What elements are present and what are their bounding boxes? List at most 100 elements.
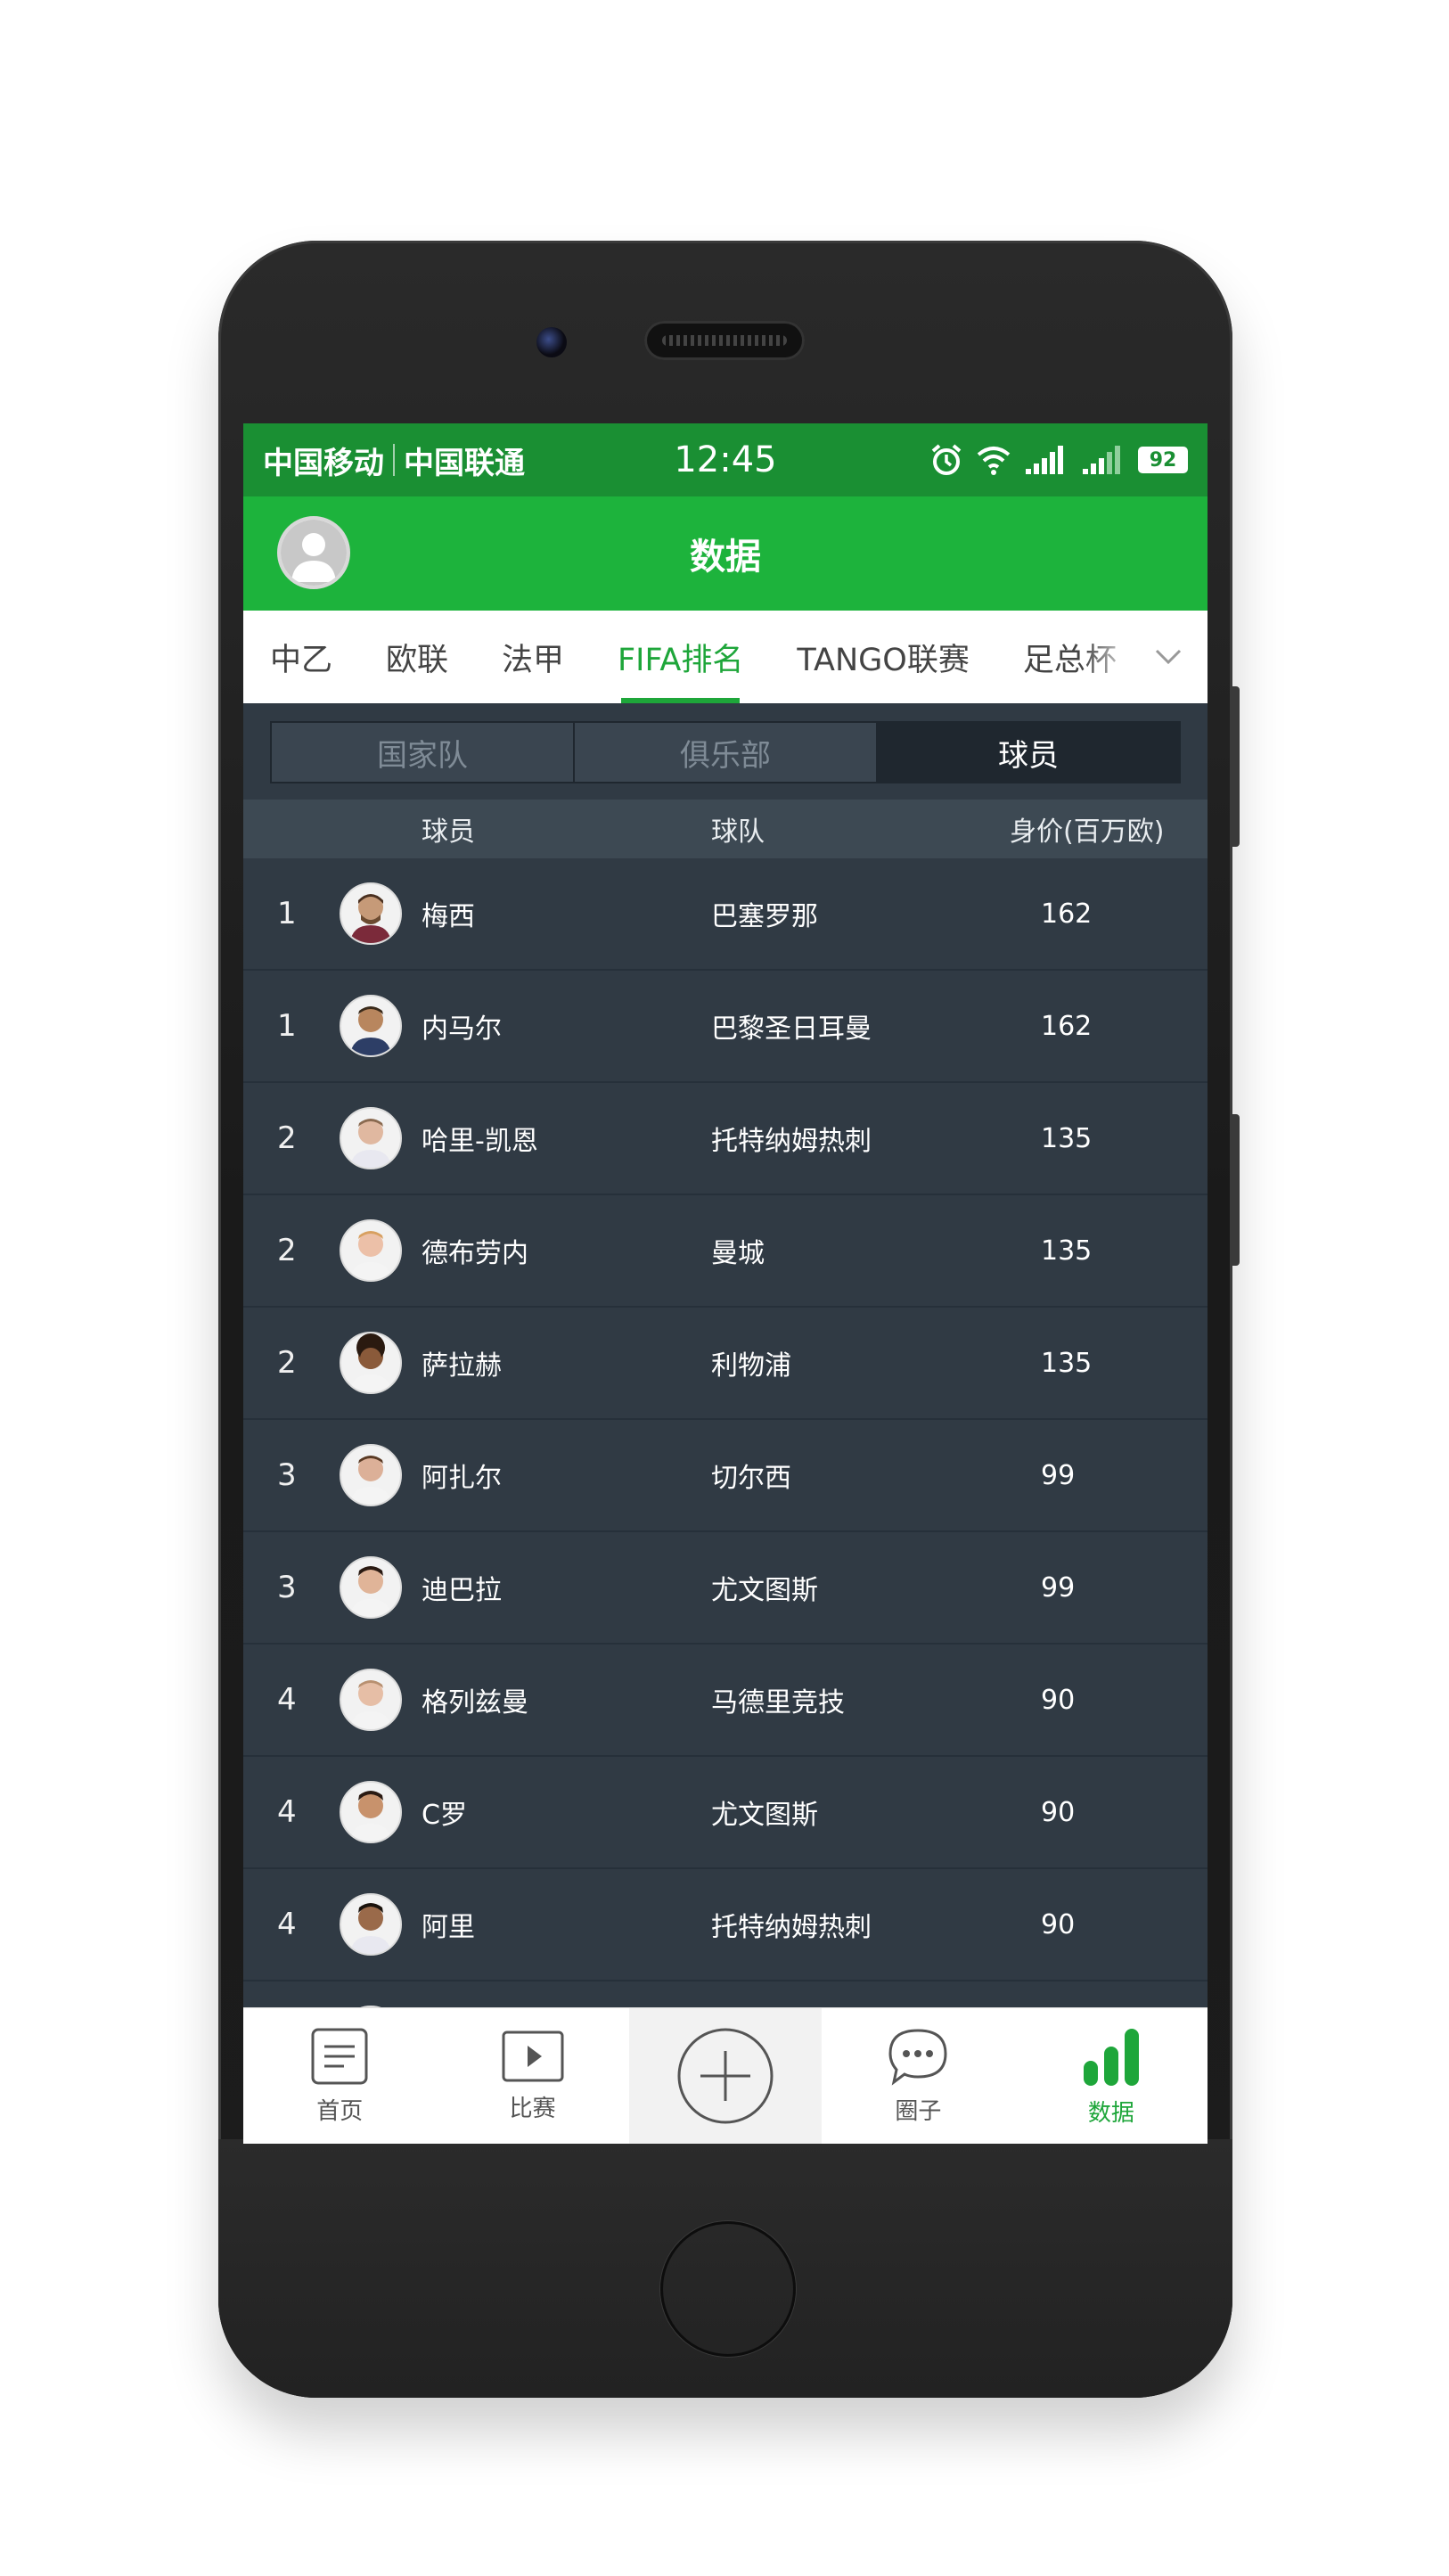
row-rank: 3 [277, 1457, 297, 1493]
table-row[interactable]: 4 阿里 托特纳姆热刺 90 [243, 1869, 1208, 1981]
earpiece-speaker [644, 321, 805, 360]
player-team: 托特纳姆热刺 [711, 1126, 872, 1157]
player-name: 德布劳内 [422, 1238, 528, 1269]
table-row[interactable]: 1 梅西 巴塞罗那 162 [243, 858, 1208, 971]
document-icon [311, 2028, 368, 2084]
player-name: 内马尔 [422, 1013, 502, 1045]
nav-home[interactable]: 首页 [243, 2008, 436, 2144]
player-value: 135 [1041, 1235, 1093, 1267]
signal-2-icon [1083, 446, 1120, 474]
plus-circle-icon [677, 2028, 774, 2124]
player-photo [340, 1893, 402, 1956]
player-value: 99 [1041, 1571, 1076, 1604]
user-avatar[interactable] [277, 516, 350, 589]
bottom-navigation: 首页 比赛 圈子 数据 [243, 2007, 1208, 2144]
tab-zhongyi[interactable]: 中乙 [243, 611, 359, 703]
tab-ligue-1[interactable]: 法甲 [475, 611, 591, 703]
player-name: 哈里-凯恩 [422, 1126, 538, 1157]
player-team: 巴塞罗那 [711, 901, 818, 932]
player-photo [340, 1669, 402, 1731]
player-value: 90 [1041, 1796, 1076, 1828]
power-button [1232, 1114, 1240, 1266]
player-team: 马德里竞技 [711, 1687, 845, 1719]
row-rank: 1 [277, 896, 297, 931]
tab-tango-league[interactable]: TANGO联赛 [770, 611, 995, 703]
player-photo [340, 1107, 402, 1169]
player-team: 托特纳姆热刺 [711, 1912, 872, 1943]
player-photo [340, 882, 402, 945]
row-rank: 2 [277, 1120, 297, 1156]
wifi-icon [977, 447, 1011, 475]
row-rank: 3 [277, 1570, 297, 1605]
page-title: 数据 [690, 537, 761, 578]
nav-circle[interactable]: 圈子 [822, 2008, 1014, 2144]
row-rank: 2 [277, 1345, 297, 1381]
segment-national-team[interactable]: 国家队 [272, 723, 575, 782]
table-row[interactable]: 2 哈里-凯恩 托特纳姆热刺 135 [243, 1083, 1208, 1195]
table-row[interactable]: 3 阿扎尔 切尔西 99 [243, 1420, 1208, 1532]
player-team: 利物浦 [711, 1350, 791, 1382]
tab-fifa-ranking[interactable]: FIFA排名 [591, 611, 770, 703]
table-row[interactable]: 4 C罗 尤文图斯 90 [243, 1757, 1208, 1869]
ranking-segment-control: 国家队 俱乐部 球员 [270, 721, 1181, 783]
player-name: 梅西 [422, 901, 475, 932]
player-team: 尤文图斯 [711, 1800, 818, 1831]
player-name: 萨拉赫 [422, 1350, 502, 1382]
nav-circle-label: 圈子 [895, 2097, 942, 2125]
home-button[interactable] [660, 2221, 796, 2357]
carrier-info: 中国移动 中国联通 [263, 439, 525, 482]
player-photo [340, 1781, 402, 1843]
carrier-2: 中国联通 [404, 445, 525, 481]
player-value: 162 [1041, 1010, 1093, 1042]
carrier-separator [393, 444, 395, 476]
row-rank: 4 [277, 1907, 297, 1942]
phone-screen: 中国移动 中国联通 12:45 92 数据 中乙 欧联 法甲 FIFA排名 TA… [243, 423, 1208, 2144]
tabs-expand-button[interactable] [1083, 611, 1208, 703]
tab-europa-league[interactable]: 欧联 [359, 611, 475, 703]
league-tabs: 中乙 欧联 法甲 FIFA排名 TANGO联赛 足总杯 [243, 611, 1208, 703]
player-name: 阿里 [422, 1912, 475, 1943]
row-rank: 1 [277, 1008, 297, 1044]
status-bar: 中国移动 中国联通 12:45 92 [243, 423, 1208, 496]
nav-matches[interactable]: 比赛 [436, 2008, 628, 2144]
player-photo [340, 1444, 402, 1506]
player-value: 162 [1041, 898, 1093, 930]
table-row[interactable]: 2 萨拉赫 利物浦 135 [243, 1308, 1208, 1420]
header-value: 身价(百万欧) [1010, 816, 1165, 848]
player-photo [340, 1219, 402, 1282]
row-rank: 4 [277, 1682, 297, 1718]
nav-matches-label: 比赛 [509, 2095, 556, 2122]
front-camera [536, 327, 567, 357]
nav-data[interactable]: 数据 [1015, 2008, 1208, 2144]
player-name: 迪巴拉 [422, 1575, 502, 1606]
table-row[interactable]: 2 德布劳内 曼城 135 [243, 1195, 1208, 1308]
signal-1-icon [1026, 446, 1063, 474]
player-value: 135 [1041, 1122, 1093, 1154]
volume-button [1232, 686, 1240, 847]
status-icons: 92 [929, 443, 1188, 477]
player-photo [340, 1332, 402, 1394]
player-photo [340, 995, 402, 1057]
table-row[interactable]: 3 迪巴拉 尤文图斯 99 [243, 1532, 1208, 1645]
player-team: 巴黎圣日耳曼 [711, 1013, 872, 1045]
app-header: 数据 [243, 496, 1208, 611]
player-name: C罗 [422, 1800, 467, 1831]
player-value: 99 [1041, 1459, 1076, 1491]
header-player: 球员 [422, 816, 475, 848]
segment-player[interactable]: 球员 [878, 723, 1179, 782]
player-value: 90 [1041, 1684, 1076, 1716]
table-row[interactable]: 1 内马尔 巴黎圣日耳曼 162 [243, 971, 1208, 1083]
bar-chart-icon [1083, 2028, 1139, 2086]
row-rank: 2 [277, 1233, 297, 1268]
header-team: 球队 [711, 816, 765, 848]
nav-add[interactable] [628, 2008, 823, 2144]
table-row[interactable]: 4 格列兹曼 马德里竞技 90 [243, 1645, 1208, 1757]
player-team: 尤文图斯 [711, 1575, 818, 1606]
player-list: 1 梅西 巴塞罗那 162 1 内马尔 巴黎圣日耳曼 162 2 哈里-凯恩 托… [243, 858, 1208, 2094]
player-value: 90 [1041, 1908, 1076, 1940]
chevron-down-icon [1155, 649, 1182, 665]
segment-club[interactable]: 俱乐部 [575, 723, 878, 782]
alarm-icon [931, 444, 962, 475]
player-team: 曼城 [711, 1238, 765, 1269]
chat-bubble-icon [888, 2028, 947, 2086]
